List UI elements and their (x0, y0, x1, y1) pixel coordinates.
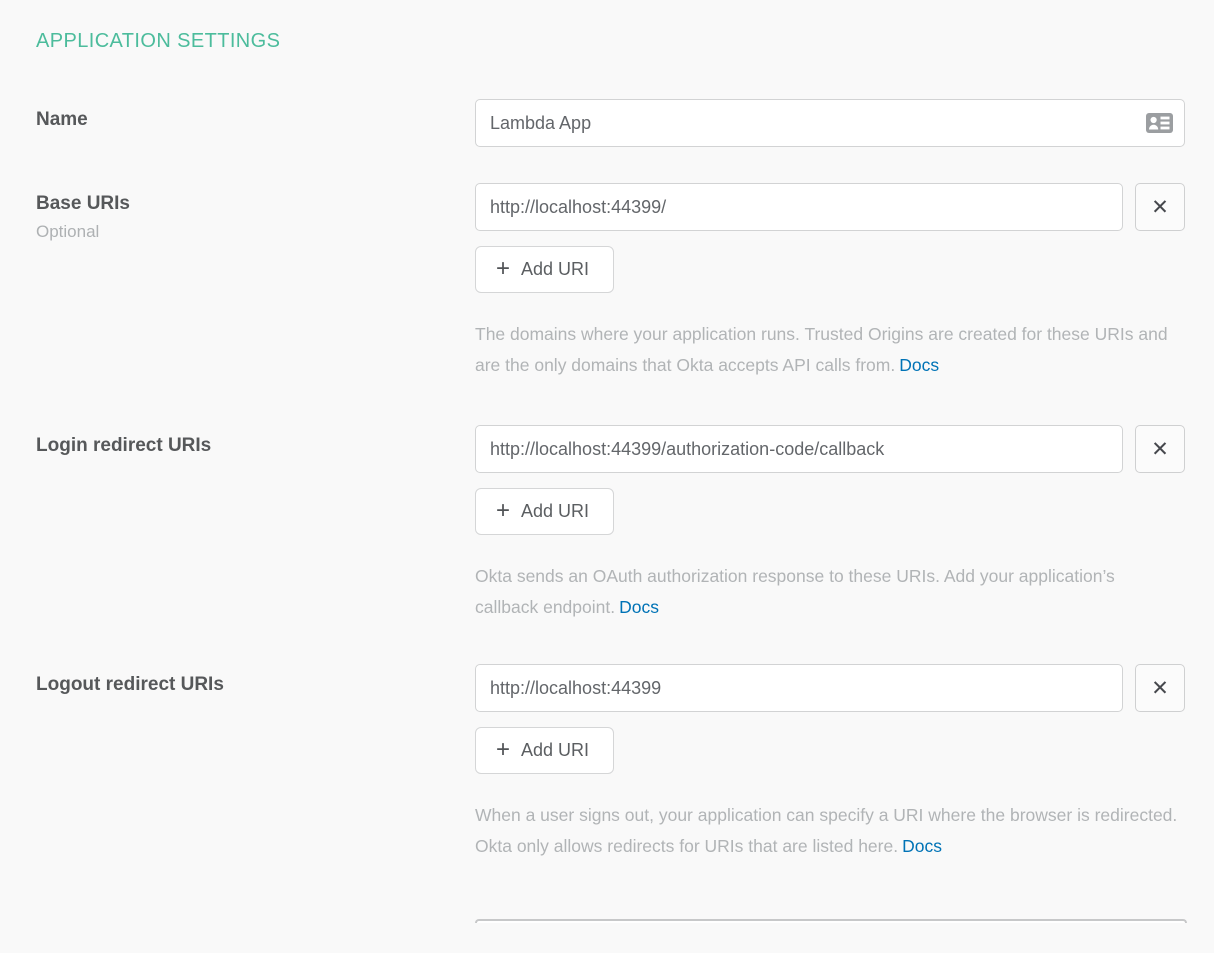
base-uri-remove-button[interactable]: ✕ (1135, 183, 1185, 231)
base-uris-label-col: Base URIs Optional (36, 183, 475, 242)
close-icon: ✕ (1151, 678, 1169, 699)
form-row-name: Name (36, 99, 1214, 147)
base-uris-label: Base URIs (36, 193, 475, 215)
help-text-body: When a user signs out, your application … (475, 805, 1177, 856)
close-icon: ✕ (1151, 197, 1169, 218)
base-uris-control-col: ✕ + Add URI The domains where your appli… (475, 183, 1214, 381)
docs-link[interactable]: Docs (902, 836, 942, 856)
name-input[interactable] (475, 99, 1185, 147)
login-redirect-input-line: ✕ (475, 425, 1214, 473)
add-uri-label: Add URI (521, 259, 589, 280)
name-label-col: Name (36, 99, 475, 131)
login-redirect-label: Login redirect URIs (36, 435, 475, 457)
plus-icon: + (496, 257, 510, 281)
base-uri-input-line: ✕ (475, 183, 1214, 231)
base-uris-help-text: The domains where your application runs.… (475, 319, 1180, 381)
form-row-logout-redirect-uris: Logout redirect URIs ✕ + Add URI When a … (36, 664, 1214, 862)
logout-redirect-add-button[interactable]: + Add URI (475, 727, 614, 774)
logout-redirect-help-text: When a user signs out, your application … (475, 800, 1180, 862)
name-input-wrap (475, 99, 1185, 147)
form-row-base-uris: Base URIs Optional ✕ + Add URI The domai… (36, 183, 1214, 381)
name-control-col (475, 99, 1214, 147)
logout-redirect-uri-input[interactable] (475, 664, 1123, 712)
help-text-body: Okta sends an OAuth authorization respon… (475, 566, 1115, 617)
login-redirect-help-text: Okta sends an OAuth authorization respon… (475, 561, 1180, 623)
docs-link[interactable]: Docs (619, 597, 659, 617)
docs-link[interactable]: Docs (899, 355, 939, 375)
add-uri-label: Add URI (521, 740, 589, 761)
logout-redirect-control-col: ✕ + Add URI When a user signs out, your … (475, 664, 1214, 862)
logout-redirect-label-col: Logout redirect URIs (36, 664, 475, 696)
name-label: Name (36, 109, 475, 131)
close-icon: ✕ (1151, 439, 1169, 460)
logout-redirect-input-line: ✕ (475, 664, 1214, 712)
plus-icon: + (496, 738, 510, 762)
section-title: APPLICATION SETTINGS (36, 30, 1214, 53)
login-redirect-uri-input[interactable] (475, 425, 1123, 473)
form-row-login-redirect-uris: Login redirect URIs ✕ + Add URI Okta sen… (36, 425, 1214, 623)
logout-redirect-label: Logout redirect URIs (36, 674, 475, 696)
application-settings-page: APPLICATION SETTINGS Name (0, 0, 1214, 923)
base-uris-optional-label: Optional (36, 222, 475, 242)
help-text-body: The domains where your application runs.… (475, 324, 1168, 375)
add-uri-label: Add URI (521, 501, 589, 522)
login-redirect-control-col: ✕ + Add URI Okta sends an OAuth authoriz… (475, 425, 1214, 623)
login-redirect-remove-button[interactable]: ✕ (1135, 425, 1185, 473)
next-input-partial-edge (475, 919, 1187, 923)
login-redirect-add-button[interactable]: + Add URI (475, 488, 614, 535)
login-redirect-label-col: Login redirect URIs (36, 425, 475, 457)
logout-redirect-remove-button[interactable]: ✕ (1135, 664, 1185, 712)
plus-icon: + (496, 499, 510, 523)
base-uri-input[interactable] (475, 183, 1123, 231)
base-uri-add-button[interactable]: + Add URI (475, 246, 614, 293)
